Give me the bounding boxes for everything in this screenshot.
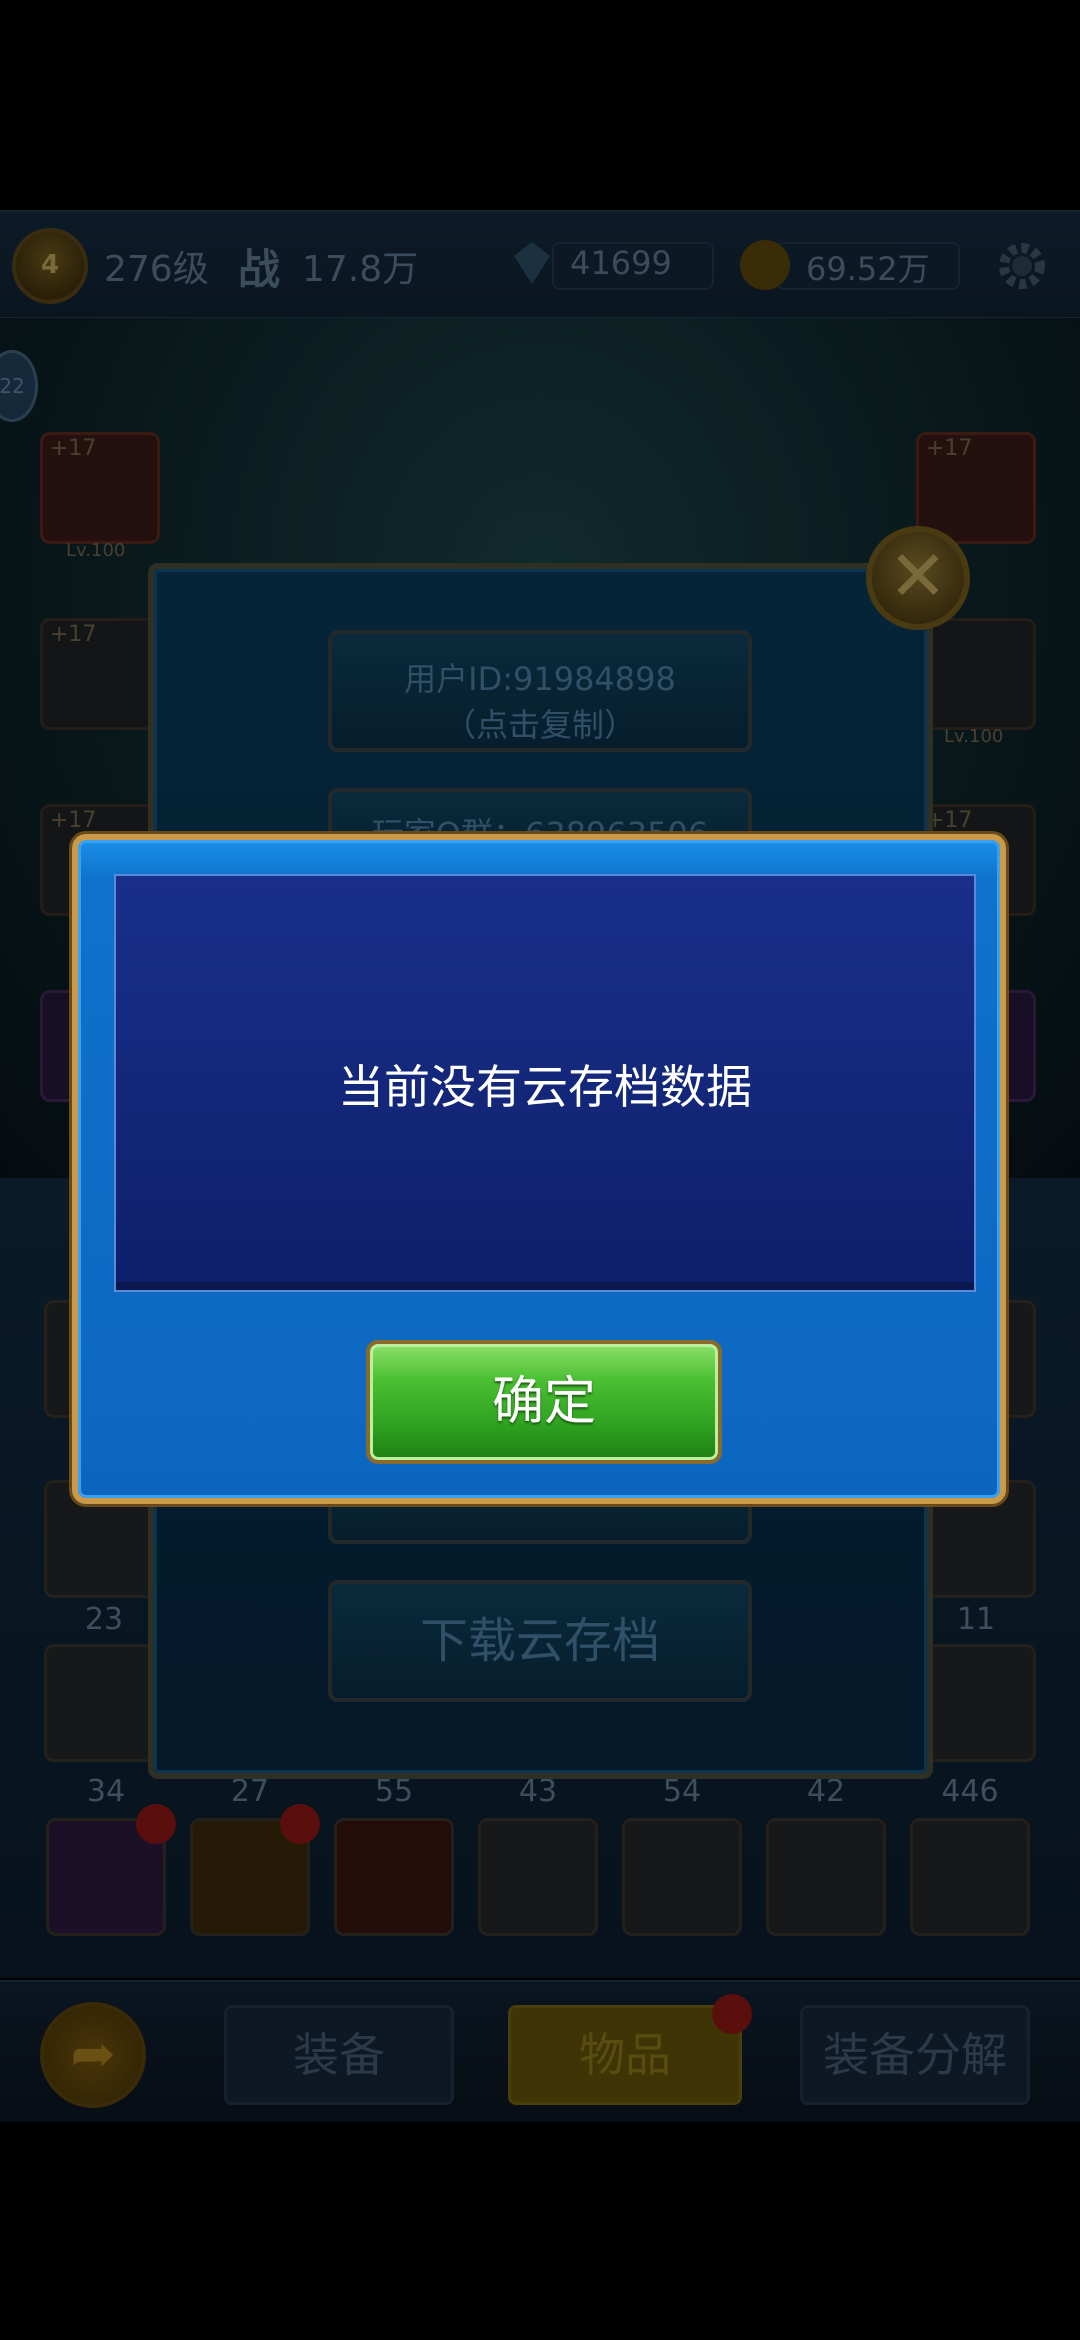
item-count: 43 — [518, 1774, 558, 1809]
inventory-item[interactable] — [910, 1818, 1030, 1936]
tab-items[interactable]: 物品 — [508, 2005, 742, 2105]
item-count: 42 — [806, 1774, 846, 1809]
user-id-text: 用户ID:91984898 — [404, 660, 676, 698]
item-count: 23 — [84, 1602, 124, 1637]
dialog-message: 当前没有云存档数据 — [338, 1060, 752, 1114]
power-label: 战 — [238, 245, 281, 294]
power-value: 17.8万 — [302, 249, 419, 290]
inventory-item[interactable] — [478, 1818, 598, 1936]
item-count: 27 — [230, 1774, 270, 1809]
inventory-item[interactable] — [916, 1644, 1036, 1762]
download-cloud-save-button[interactable]: 下载云存档 — [328, 1580, 752, 1702]
item-count: 446 — [941, 1774, 999, 1809]
player-level: 276级 — [104, 249, 209, 290]
tab-equipment[interactable]: 装备 — [224, 2005, 454, 2105]
back-arrow-icon[interactable]: ➦ — [40, 2002, 146, 2108]
item-count: 34 — [86, 1774, 126, 1809]
slot-level: +17 — [50, 436, 97, 461]
slot-level: +17 — [50, 622, 97, 647]
cloud-save-dialog: 当前没有云存档数据 确定 — [72, 834, 1006, 1504]
notification-dot — [280, 1804, 320, 1844]
inventory-item[interactable] — [334, 1818, 454, 1936]
notification-dot — [712, 1994, 752, 2034]
item-count: 55 — [374, 1774, 414, 1809]
equip-slot-necklace[interactable] — [916, 618, 1036, 730]
slot-level: +17 — [50, 808, 97, 833]
notification-dot — [136, 1804, 176, 1844]
inventory-item[interactable] — [622, 1818, 742, 1936]
gem-count: 41699 — [570, 244, 672, 282]
slot-level: +17 — [926, 436, 973, 461]
inventory-item[interactable] — [766, 1818, 886, 1936]
inventory-item[interactable] — [44, 1644, 164, 1762]
close-icon[interactable]: ✕ — [866, 526, 970, 630]
copy-hint-text: （点击复制） — [443, 706, 636, 744]
gold-coin-icon — [740, 240, 790, 290]
item-count: 54 — [662, 1774, 702, 1809]
slot-caption: Lv.100 — [944, 726, 1004, 747]
tab-equipment-decompose[interactable]: 装备分解 — [800, 2005, 1030, 2105]
dialog-message-box: 当前没有云存档数据 — [114, 874, 976, 1292]
gold-count: 69.52万 — [806, 250, 930, 288]
user-id-copy-button[interactable]: 用户ID:91984898 （点击复制） — [328, 630, 752, 752]
diamond-icon — [510, 238, 554, 288]
item-count: 11 — [956, 1602, 996, 1637]
gear-icon[interactable] — [994, 238, 1050, 294]
confirm-button[interactable]: 确定 — [366, 1340, 722, 1464]
rank-badge: 4 — [12, 228, 88, 304]
slot-caption: Lv.100 — [66, 540, 126, 561]
